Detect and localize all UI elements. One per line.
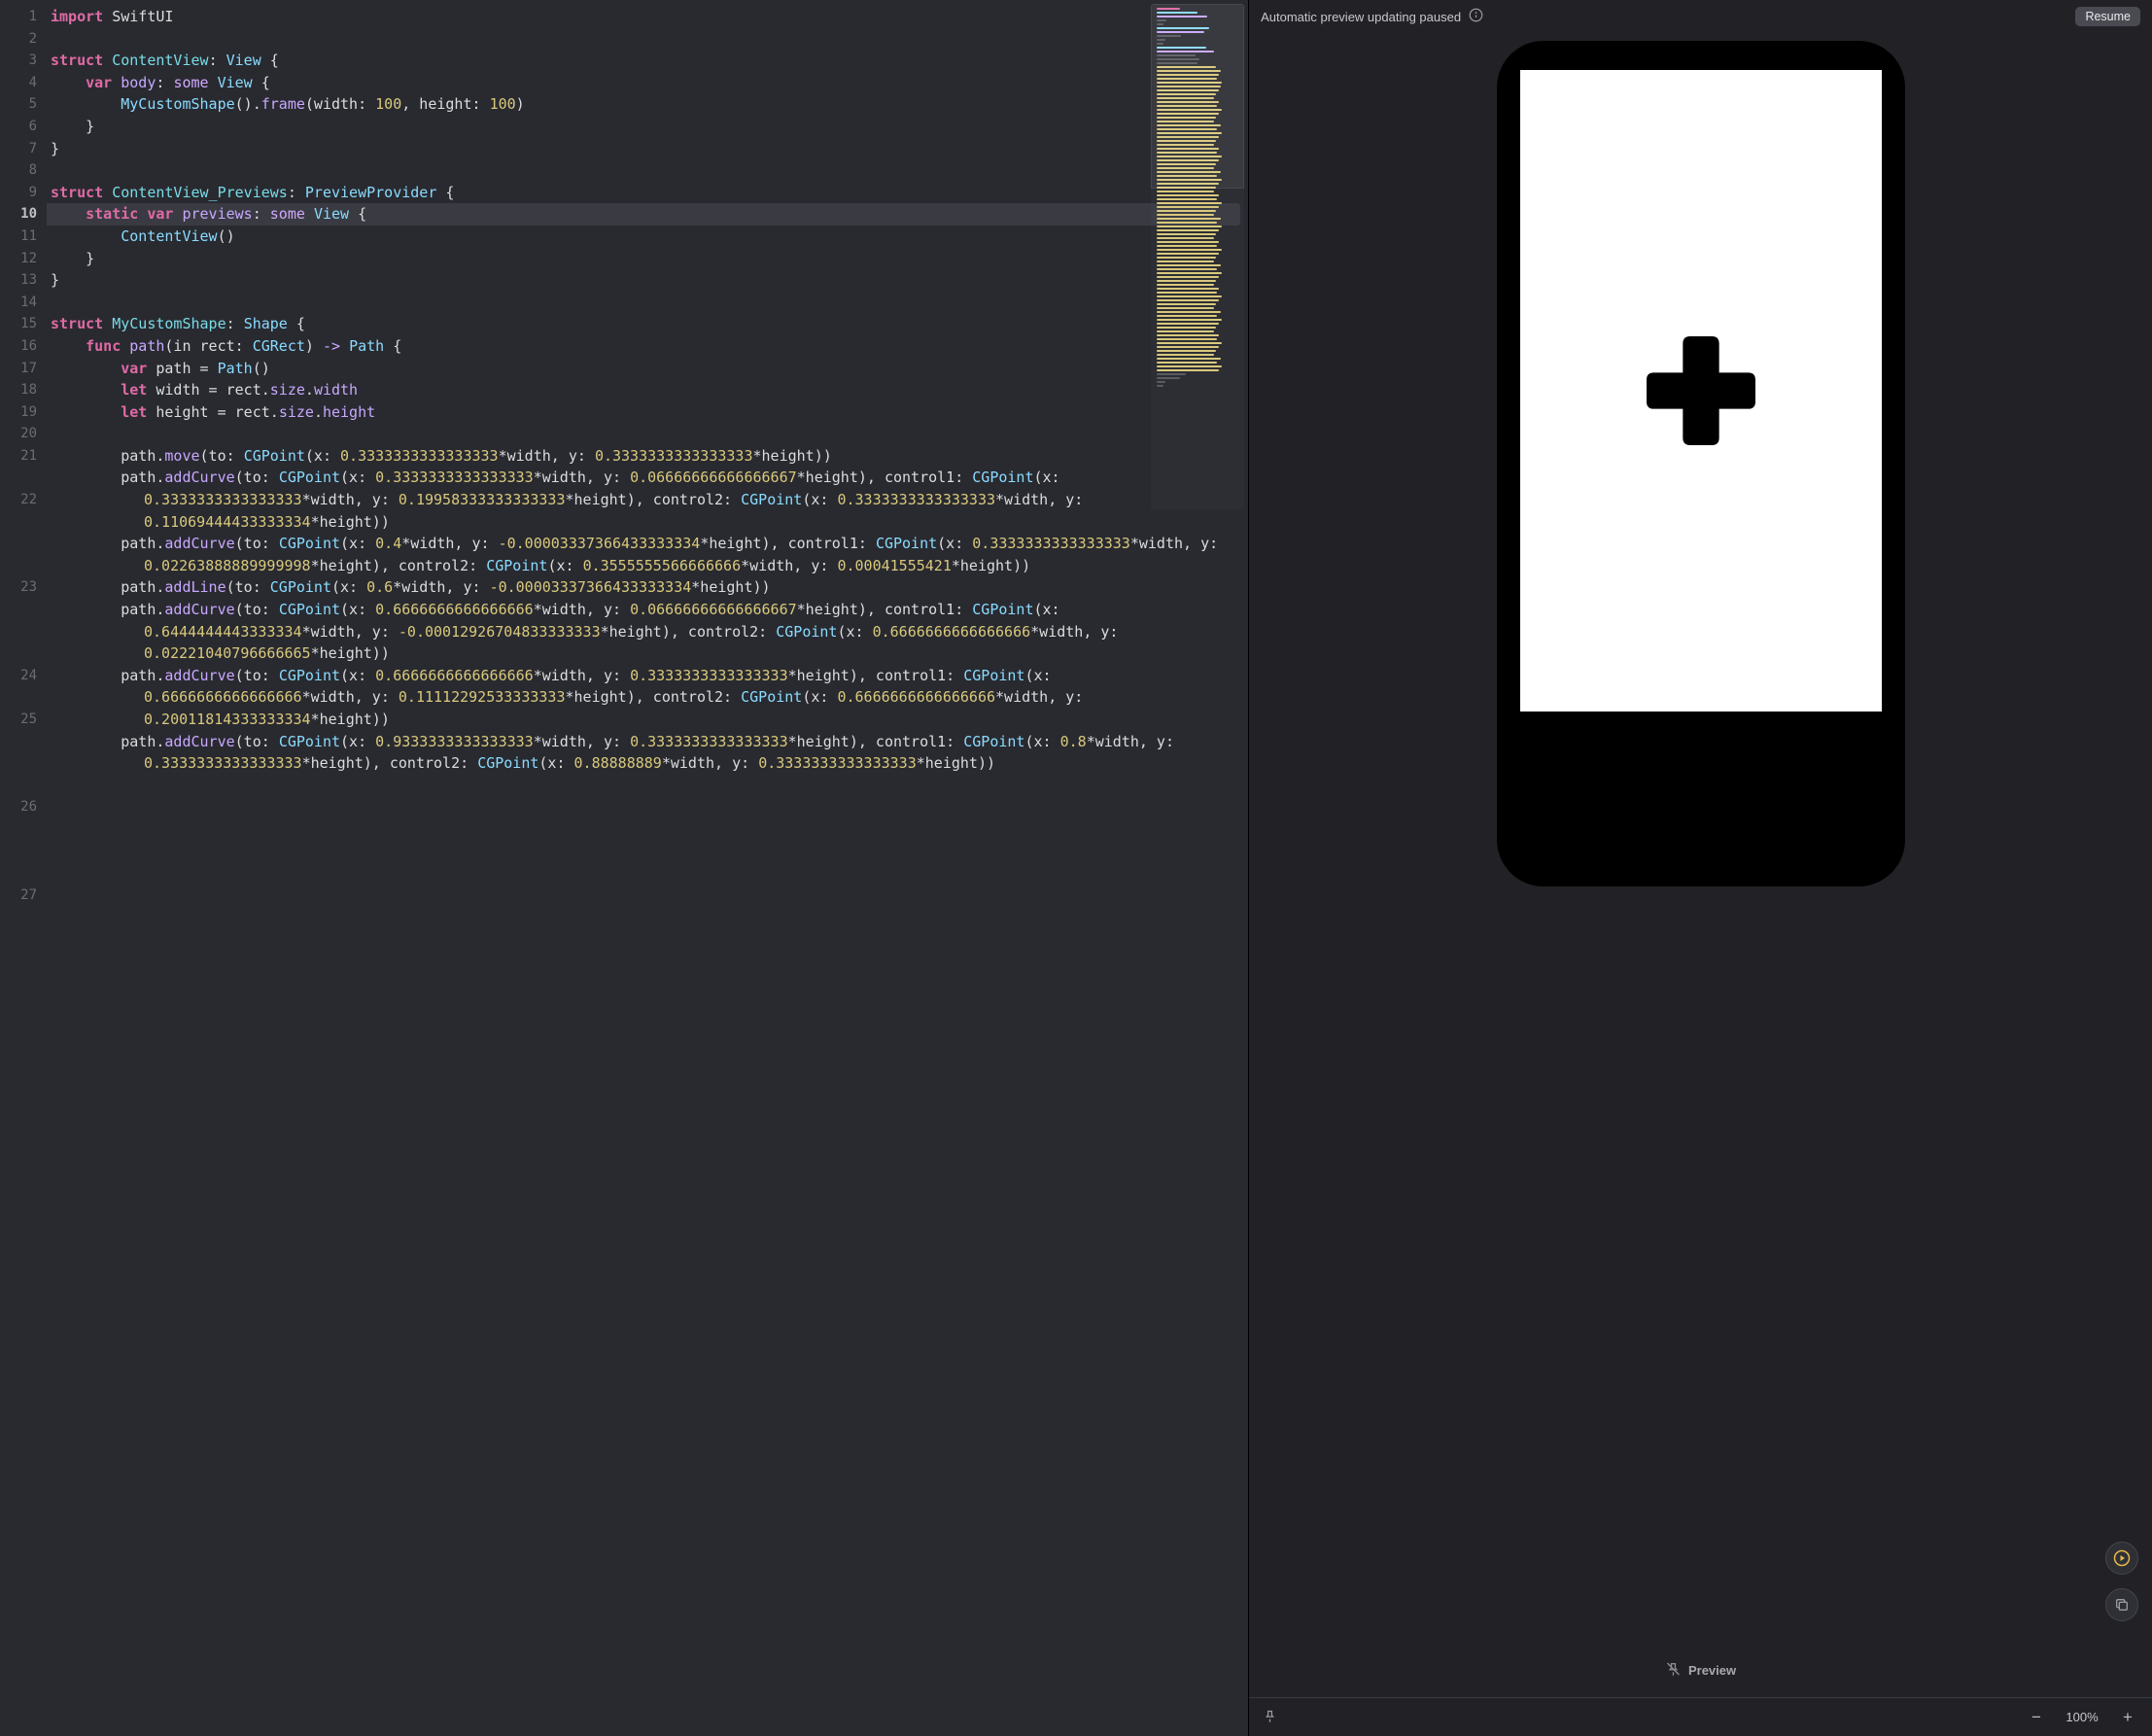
line-number[interactable]: 14 — [0, 292, 37, 314]
line-number[interactable]: 19 — [0, 401, 37, 424]
code-line[interactable]: ContentView() — [51, 226, 1240, 248]
line-number[interactable]: 24 — [0, 665, 37, 687]
code-line[interactable]: var body: some View { — [51, 72, 1240, 94]
line-number[interactable]: 27 — [0, 885, 37, 907]
line-number[interactable]: 20 — [0, 423, 37, 445]
zoom-level[interactable]: 100% — [2061, 1710, 2103, 1724]
line-number[interactable]: 25 — [0, 709, 37, 731]
code-line[interactable] — [51, 28, 1240, 51]
line-number[interactable]: 7 — [0, 138, 37, 160]
line-number[interactable]: 17 — [0, 358, 37, 380]
code-line[interactable]: path.addCurve(to: CGPoint(x: 0.4*width, … — [51, 533, 1240, 576]
line-number[interactable]: 1 — [0, 6, 37, 28]
line-number[interactable]: 22 — [0, 489, 37, 511]
line-number[interactable]: 2 — [0, 28, 37, 51]
resume-button[interactable]: Resume — [2075, 7, 2140, 26]
code-line[interactable]: path.addCurve(to: CGPoint(x: 0.333333333… — [51, 467, 1240, 533]
preview-pane: Automatic preview updating paused Resume — [1248, 0, 2152, 1736]
line-number[interactable]: 18 — [0, 379, 37, 401]
phone-screen — [1520, 70, 1882, 712]
line-number[interactable]: 5 — [0, 93, 37, 116]
preview-footer: − 100% + — [1249, 1697, 2152, 1736]
code-line[interactable]: path.move(to: CGPoint(x: 0.3333333333333… — [51, 445, 1240, 468]
code-line[interactable]: } — [51, 138, 1240, 160]
code-line[interactable]: path.addCurve(to: CGPoint(x: 0.666666666… — [51, 599, 1240, 665]
code-line[interactable] — [51, 159, 1240, 182]
pin-off-icon — [1665, 1661, 1681, 1680]
line-number[interactable]: 16 — [0, 335, 37, 358]
code-line[interactable]: } — [51, 116, 1240, 138]
preview-canvas[interactable]: Preview — [1249, 33, 2152, 1697]
line-number[interactable]: 15 — [0, 313, 37, 335]
line-number[interactable]: 12 — [0, 248, 37, 270]
phone-frame — [1497, 41, 1905, 886]
code-line[interactable]: let width = rect.size.width — [51, 379, 1240, 401]
code-line[interactable]: var path = Path() — [51, 358, 1240, 380]
line-number[interactable]: 26 — [0, 796, 37, 818]
code-line[interactable]: path.addCurve(to: CGPoint(x: 0.666666666… — [51, 665, 1240, 731]
line-number-gutter[interactable]: 123456789101112131415161718192021 22 23 … — [0, 0, 47, 1736]
code-line[interactable]: static var previews: some View { — [51, 203, 1240, 226]
preview-label-text: Preview — [1688, 1663, 1736, 1678]
preview-header: Automatic preview updating paused Resume — [1249, 0, 2152, 33]
minimap[interactable] — [1151, 4, 1244, 509]
preview-label: Preview — [1665, 1661, 1736, 1680]
line-number[interactable]: 21 — [0, 445, 37, 468]
code-line[interactable]: struct ContentView: View { — [51, 50, 1240, 72]
editor-pane: 123456789101112131415161718192021 22 23 … — [0, 0, 1248, 1736]
code-area[interactable]: import SwiftUI struct ContentView: View … — [47, 0, 1248, 1736]
line-number[interactable]: 11 — [0, 226, 37, 248]
code-line[interactable]: } — [51, 269, 1240, 292]
code-line[interactable]: let height = rect.size.height — [51, 401, 1240, 424]
preview-status-text: Automatic preview updating paused — [1261, 10, 1461, 24]
code-line[interactable]: import SwiftUI — [51, 6, 1240, 28]
code-line[interactable]: func path(in rect: CGRect) -> Path { — [51, 335, 1240, 358]
line-number[interactable]: 10 — [0, 203, 37, 226]
zoom-in-button[interactable]: + — [2117, 1707, 2138, 1728]
line-number[interactable]: 23 — [0, 576, 37, 599]
rendered-shape — [1647, 336, 1755, 445]
minimap-viewport[interactable] — [1151, 4, 1244, 189]
code-line[interactable]: path.addCurve(to: CGPoint(x: 0.933333333… — [51, 731, 1240, 775]
live-preview-button[interactable] — [2105, 1542, 2138, 1575]
zoom-out-button[interactable]: − — [2026, 1707, 2047, 1728]
pin-button[interactable] — [1263, 1709, 1277, 1726]
line-number[interactable]: 6 — [0, 116, 37, 138]
editor-scroll[interactable]: 123456789101112131415161718192021 22 23 … — [0, 0, 1248, 1736]
line-number[interactable]: 13 — [0, 269, 37, 292]
line-number[interactable]: 8 — [0, 159, 37, 182]
code-line[interactable]: path.addLine(to: CGPoint(x: 0.6*width, y… — [51, 576, 1240, 599]
code-line[interactable]: } — [51, 248, 1240, 270]
code-line[interactable]: struct MyCustomShape: Shape { — [51, 313, 1240, 335]
line-number[interactable]: 4 — [0, 72, 37, 94]
canvas-controls — [2105, 1542, 2138, 1621]
app-root: 123456789101112131415161718192021 22 23 … — [0, 0, 2152, 1736]
code-line[interactable]: MyCustomShape().frame(width: 100, height… — [51, 93, 1240, 116]
code-line[interactable]: struct ContentView_Previews: PreviewProv… — [51, 182, 1240, 204]
code-line[interactable] — [51, 423, 1240, 445]
line-number[interactable]: 3 — [0, 50, 37, 72]
line-number[interactable]: 9 — [0, 182, 37, 204]
code-line[interactable] — [51, 292, 1240, 314]
info-icon[interactable] — [1469, 8, 1483, 25]
duplicate-preview-button[interactable] — [2105, 1588, 2138, 1621]
